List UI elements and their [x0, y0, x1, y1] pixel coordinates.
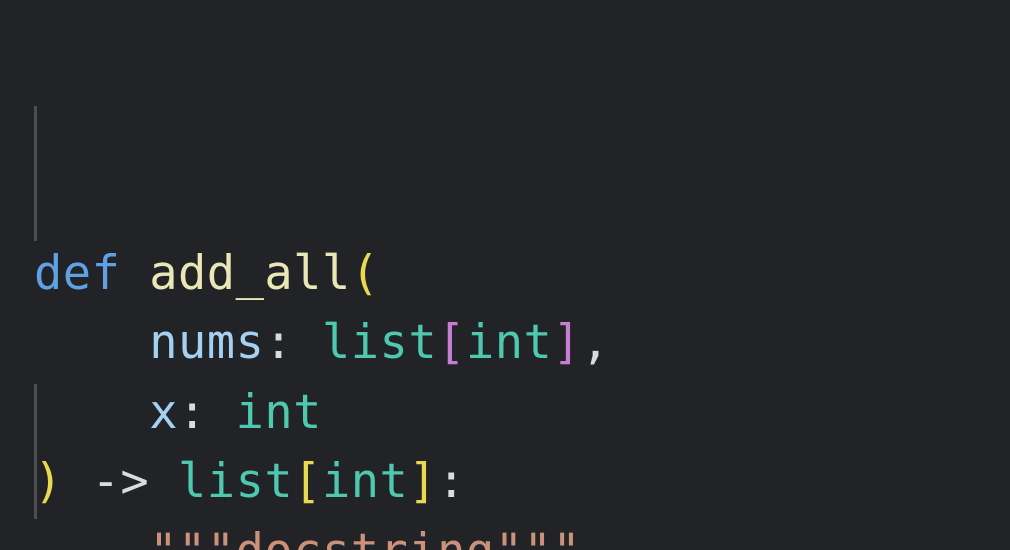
type-int: int	[322, 454, 408, 509]
bracket-close: ]	[552, 315, 581, 370]
space	[293, 315, 322, 370]
space	[149, 454, 178, 509]
indent-guide	[34, 384, 37, 519]
indent-guide	[34, 106, 37, 241]
bracket-open: [	[293, 454, 322, 509]
comma: ,	[581, 315, 610, 370]
space	[120, 246, 149, 301]
indent	[34, 315, 149, 370]
type-list: list	[322, 315, 437, 370]
param-x: x	[149, 385, 178, 440]
indent	[34, 524, 149, 550]
docstring-quote-open: """	[149, 524, 235, 550]
colon: :	[178, 385, 207, 440]
arrow: ->	[92, 454, 150, 509]
bracket-open: [	[437, 315, 466, 370]
function-name: add_all	[149, 246, 351, 301]
param-nums: nums	[149, 315, 264, 370]
colon: :	[437, 454, 466, 509]
paren-open: (	[351, 246, 380, 301]
colon: :	[264, 315, 293, 370]
space	[207, 385, 236, 440]
type-int: int	[466, 315, 552, 370]
code-snippet: def add_all( nums: list[int], x: int ) -…	[0, 0, 1010, 550]
keyword-def: def	[34, 246, 120, 301]
type-list: list	[178, 454, 293, 509]
space	[63, 454, 92, 509]
docstring-quote-close: """	[495, 524, 581, 550]
docstring-text: docstring	[236, 524, 495, 550]
paren-close: )	[34, 454, 63, 509]
type-int: int	[236, 385, 322, 440]
indent	[34, 385, 149, 440]
bracket-close: ]	[408, 454, 437, 509]
